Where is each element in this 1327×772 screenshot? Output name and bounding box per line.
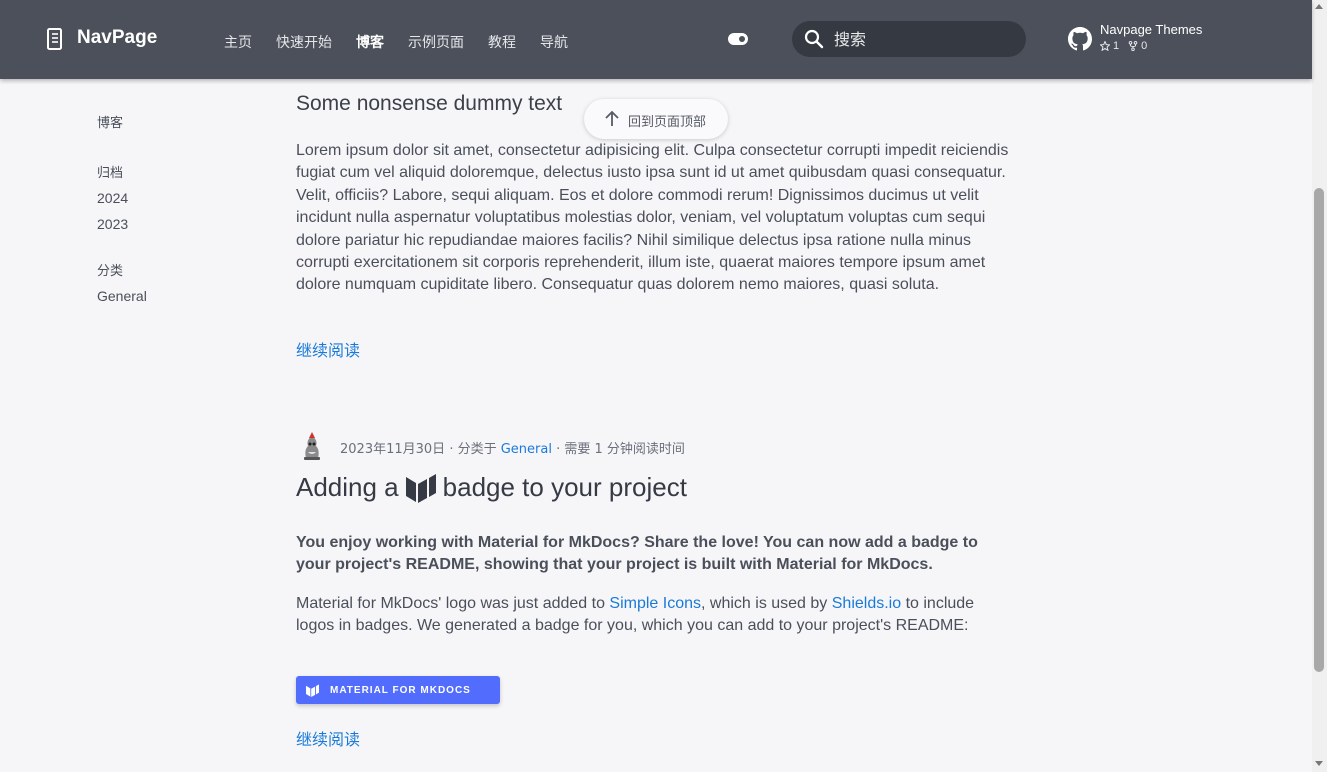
shields-link[interactable]: Shields.io	[832, 595, 901, 612]
search-input[interactable]	[834, 28, 1014, 50]
sidebar-archive-title: 归档	[97, 166, 124, 181]
post-title-2-before: Adding a	[296, 472, 399, 502]
badge-label: MATERIAL FOR MKDOCS	[330, 684, 471, 696]
nav-examples[interactable]: 示例页面	[408, 32, 464, 52]
repo-stats: 1 0	[1100, 40, 1147, 52]
nav-tutorial[interactable]: 教程	[488, 32, 516, 52]
category-prefix: · 分类于	[449, 442, 501, 457]
nav-navigation[interactable]: 导航	[540, 32, 568, 52]
post-title-2[interactable]: Adding a badge to your project	[296, 472, 687, 503]
sidebar-category-title: 分类	[97, 264, 124, 279]
post-body-text: Material for MkDocs' logo was just added…	[296, 595, 610, 612]
repo-link[interactable]: Navpage Themes 1 0	[1068, 22, 1268, 62]
read-time: · 需要 1 分钟阅读时间	[556, 442, 685, 457]
nav-quickstart[interactable]: 快速开始	[276, 32, 332, 52]
back-to-top-label: 回到页面顶部	[628, 115, 707, 130]
book-icon[interactable]	[46, 28, 64, 50]
star-count: 1	[1113, 40, 1120, 52]
fork-icon	[1128, 41, 1138, 51]
archive-link-2024[interactable]: 2024	[97, 190, 128, 206]
site-title[interactable]: NavPage	[77, 27, 157, 49]
post-date: 2023年11月30日	[340, 442, 446, 457]
nav-blog[interactable]: 博客	[356, 32, 384, 52]
post-category-link[interactable]: General	[501, 442, 552, 457]
theme-toggle-icon[interactable]	[728, 33, 748, 45]
nav-home[interactable]: 主页	[224, 32, 252, 52]
main-nav: 主页 快速开始 博客 示例页面 教程 导航	[224, 32, 592, 52]
read-more-link-2[interactable]: 继续阅读	[296, 726, 360, 750]
post-body: Material for MkDocs' logo was just added…	[296, 593, 976, 638]
post-lead: You enjoy working with Material for MkDo…	[296, 534, 978, 574]
read-more-link[interactable]: 继续阅读	[296, 337, 360, 361]
archive-link-2023[interactable]: 2023	[97, 216, 128, 232]
scrollbar-thumb[interactable]	[1314, 188, 1324, 672]
post-title[interactable]: Some nonsense dummy text	[296, 92, 562, 116]
post-meta-text: 2023年11月30日 · 分类于 General · 需要 1 分钟阅读时间	[340, 438, 685, 457]
post-title-2-after: badge to your project	[442, 472, 687, 502]
post-excerpt: Lorem ipsum dolor sit amet, consectetur …	[296, 142, 1009, 294]
author-avatar	[296, 430, 328, 462]
page-scrollbar[interactable]	[1312, 0, 1327, 772]
material-logo-icon	[405, 473, 436, 503]
repo-name: Navpage Themes	[1100, 22, 1203, 37]
github-icon	[1068, 27, 1092, 51]
scroll-up-icon[interactable]	[1315, 4, 1323, 9]
material-logo-icon	[306, 683, 319, 697]
search-icon	[804, 29, 824, 49]
material-badge[interactable]: MATERIAL FOR MKDOCS	[296, 676, 500, 704]
category-link-general[interactable]: General	[97, 288, 147, 304]
fork-count: 0	[1141, 40, 1148, 52]
top-header: NavPage 主页 快速开始 博客 示例页面 教程 导航 Navpage Th…	[0, 0, 1312, 79]
sidebar-blog-title[interactable]: 博客	[97, 112, 123, 131]
post-meta: 2023年11月30日 · 分类于 General · 需要 1 分钟阅读时间	[296, 430, 996, 462]
back-to-top-button[interactable]: 回到页面顶部	[584, 99, 728, 139]
search-box[interactable]	[792, 21, 1026, 57]
arrow-up-icon	[605, 110, 619, 126]
star-icon	[1100, 41, 1110, 51]
scroll-down-icon[interactable]	[1315, 761, 1323, 766]
simple-icons-link[interactable]: Simple Icons	[609, 595, 701, 612]
post-body-text: , which is used by	[701, 595, 832, 612]
